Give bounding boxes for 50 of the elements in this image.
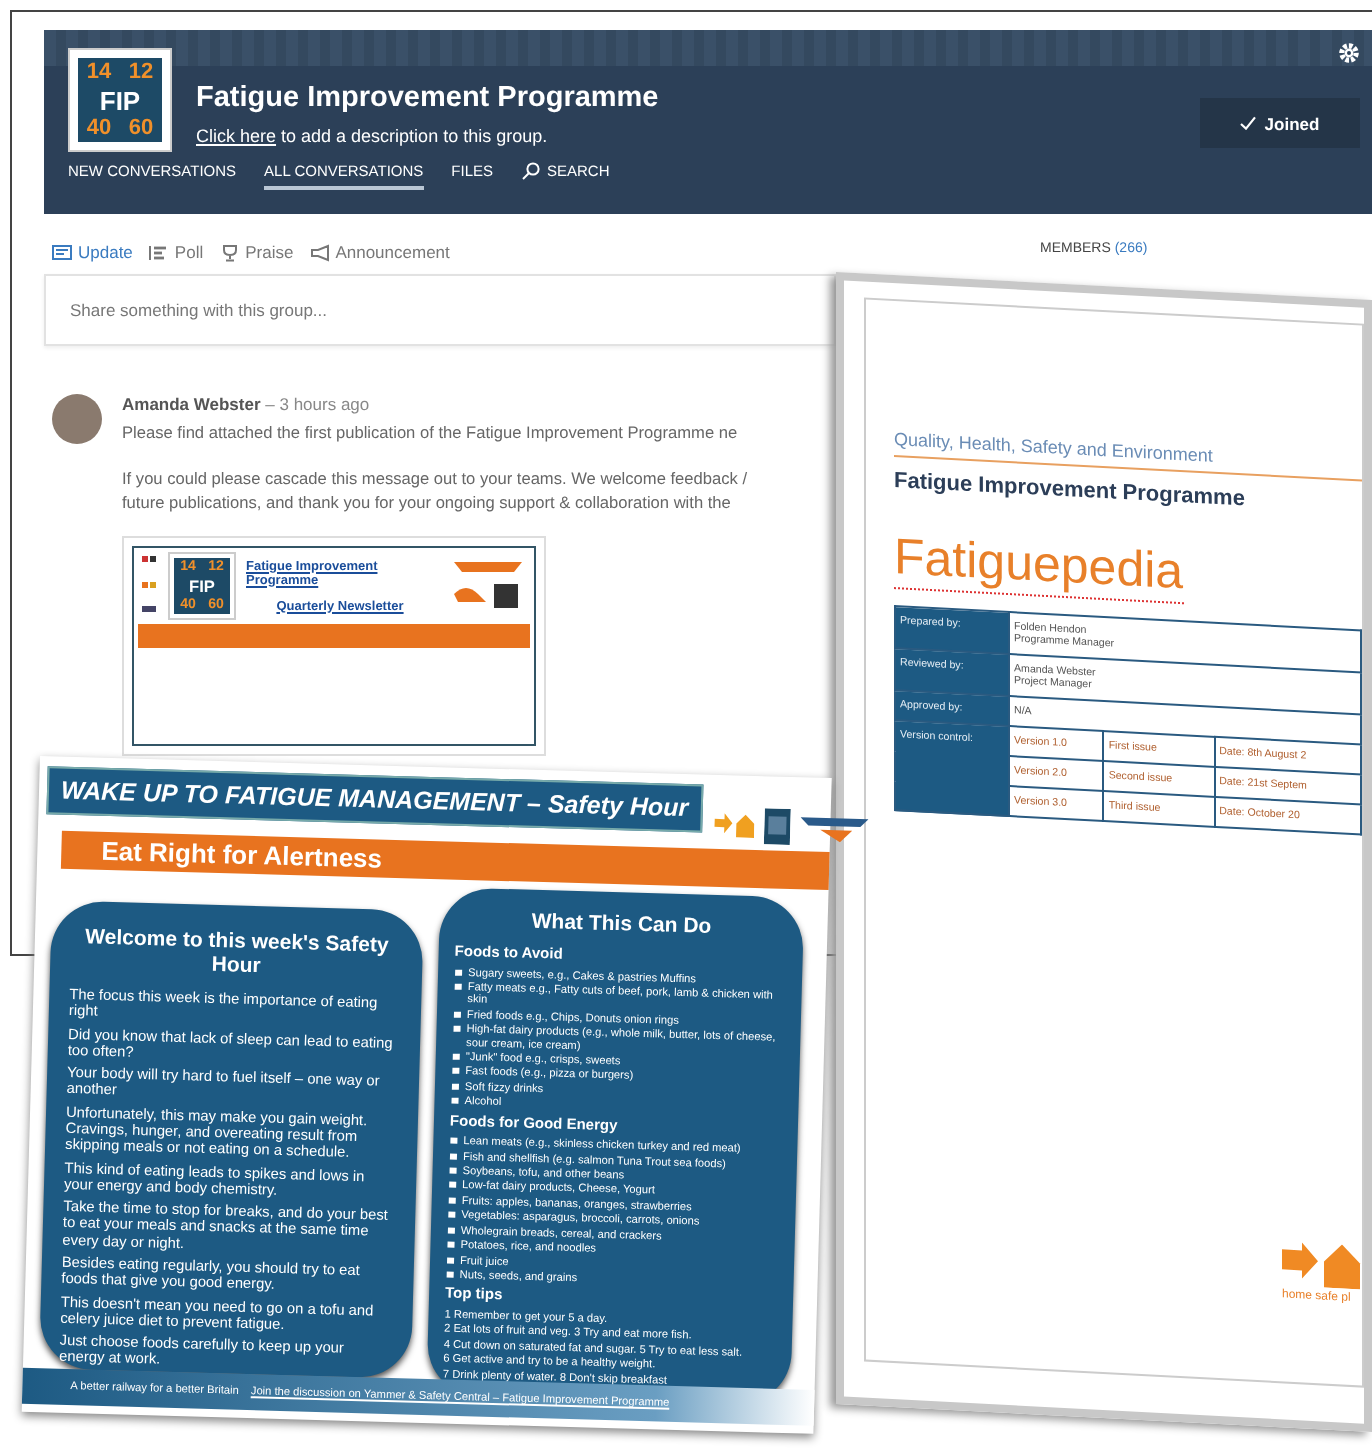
bullet-icon	[448, 1180, 459, 1191]
publisher-tab[interactable]: Update	[52, 242, 133, 262]
bullet-icon	[450, 1096, 461, 1107]
poster-subtitle: Eat Right for Alertness	[60, 830, 830, 891]
post-text: future publications, and thank you for your ongoing support & collaboration with the	[122, 490, 733, 514]
trophy-icon	[219, 243, 240, 261]
bullet-icon	[451, 1066, 462, 1077]
poster-banner: WAKE UP TO FATIGUE MANAGEMENT – Safety Hour	[46, 766, 703, 833]
bullet-icon	[446, 1239, 457, 1251]
publisher-tab[interactable]: Poll	[148, 242, 204, 262]
document-title: Fatiguepedia	[894, 529, 1184, 605]
bullet-icon	[451, 1051, 462, 1062]
panel-title: What This Can Do	[529, 907, 714, 941]
bullet-icon	[454, 966, 465, 977]
fip-logo-icon	[763, 808, 791, 845]
bullet-icon	[445, 1254, 457, 1265]
post-text: If you could please cascade this message out to your teams. We welcome feedback /	[122, 466, 748, 490]
bullet-icon	[447, 1210, 458, 1221]
share-field[interactable]: Share something with this group...	[44, 274, 836, 346]
arrow-house-logo-icon	[713, 812, 755, 838]
bullet-icon	[445, 1269, 456, 1280]
group-description: Click here to add a description to this group.	[196, 126, 550, 146]
bullet-icon	[449, 1136, 460, 1147]
search-icon	[521, 162, 539, 180]
settings-icon[interactable]	[1338, 42, 1360, 64]
bullet-icon	[452, 1009, 464, 1020]
poll-icon	[148, 243, 169, 261]
avatar	[52, 394, 102, 444]
publisher-tab[interactable]: Praise	[219, 242, 294, 262]
description-link[interactable]: Click here	[196, 126, 277, 146]
arrow-house-logo-icon	[1282, 1241, 1362, 1290]
bullet-icon	[453, 981, 464, 992]
check-icon	[1240, 116, 1257, 130]
bullet-icon	[447, 1195, 458, 1206]
message-icon	[52, 243, 72, 261]
publisher-tab[interactable]: Announcement	[309, 242, 450, 262]
joined-button[interactable]: Joined	[1200, 98, 1360, 148]
panel-title: Welcome to this week's Safety Hour	[82, 924, 391, 983]
color-dots-icon	[142, 556, 158, 616]
bullet-icon	[450, 1081, 462, 1092]
fip-logo: 14 12 FIP 40 60	[70, 50, 170, 150]
bullet-icon	[446, 1225, 458, 1236]
bullet-icon	[448, 1165, 459, 1176]
bullet-icon	[452, 1024, 463, 1035]
megaphone-icon	[309, 243, 330, 261]
group-title: Fatigue Improvement Programme	[196, 82, 659, 114]
railway-logo-icon	[799, 813, 869, 844]
post-text: Please find attached the first publication of the Fatigue Improvement Programme ne	[122, 420, 740, 444]
post-meta: Amanda Webster – 3 hours ago	[122, 394, 372, 414]
bullet-icon	[448, 1150, 460, 1162]
